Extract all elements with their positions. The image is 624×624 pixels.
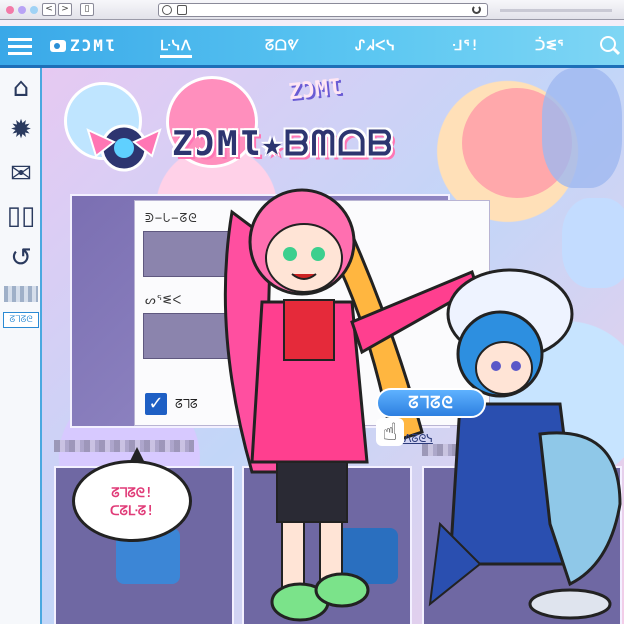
password-label: ᔕᕐᓬᐸ (145, 293, 183, 307)
history-icon[interactable]: ↺ (5, 242, 37, 274)
nav-item-3[interactable]: ᔑᖽᐸᓭ (355, 38, 396, 54)
brand-name[interactable]: ZƆMƖ (70, 36, 117, 55)
tab-icon[interactable]: ▯ (80, 3, 94, 16)
reload-icon[interactable] (472, 5, 481, 14)
home-icon[interactable]: ⌂ (5, 72, 37, 104)
sidebar-login-tag[interactable]: ᘔᒣᘔᘓ (3, 312, 39, 328)
blue-haired-character (428, 268, 622, 620)
columns-icon[interactable]: ▯▯ (5, 200, 37, 232)
brand-logo-icon[interactable] (50, 40, 66, 52)
mail-icon[interactable]: ✉ (5, 158, 37, 190)
logo-text: ZƆMƖ★ᗷᗰᗝᗷ (172, 124, 395, 164)
toolbar-strip (500, 9, 612, 12)
remember-checkbox[interactable]: ✓ (145, 393, 167, 415)
background-character-robot (542, 68, 622, 188)
main-illustration: ZƆMƖ★ᗷᗰᗝᗷ ZƆMƖ ᕲ−ᘂ−ᘔᘓ ᔕᕐᓬᐸ ✓ ᘔᒣᘔ ᘔᒣᘔᘓ! ᑕ… (42, 68, 624, 624)
page-info-icon[interactable] (177, 5, 187, 15)
menu-icon[interactable] (8, 38, 32, 56)
speech-line-1: ᘔᒣᘔᘓ! (111, 486, 153, 501)
login-button[interactable]: ᘔᒣᘔᘓ (376, 388, 486, 418)
nav-item-2[interactable]: ᘔᗝᕓ (265, 38, 300, 54)
site-header: ZƆMƖ ᒷᓭᐱ ᘔᗝᕓ ᔑᖽᐸᓭ ᒲᕐ! ᑑᓬᕐ (0, 26, 624, 68)
icon-sidebar: ⌂ ✹ ✉ ▯▯ ↺ ᘔᒣᘔᘓ (0, 68, 42, 624)
username-label: ᕲ−ᘂ−ᘔᘓ (145, 211, 198, 225)
search-icon[interactable] (600, 36, 616, 52)
window-minimize-dot[interactable] (18, 6, 26, 14)
hand-cursor-icon: ☝ (376, 418, 404, 446)
nav-item-4[interactable]: ᒲᕐ! (452, 38, 480, 54)
url-bar[interactable] (158, 3, 488, 17)
window-maximize-dot[interactable] (30, 6, 38, 14)
nav-item-1[interactable]: ᒷᓭᐱ (160, 38, 192, 58)
blurred-text (54, 440, 194, 452)
speech-bubble: ᘔᒣᘔᘓ! ᑕᘔᒷᘔ! (72, 447, 192, 542)
site-icon (162, 5, 172, 15)
window-close-dot[interactable] (6, 6, 14, 14)
logo-emblem-icon (86, 124, 162, 172)
back-icon[interactable]: < (42, 3, 56, 16)
burst-icon[interactable]: ✹ (5, 114, 37, 146)
forward-icon[interactable]: > (58, 3, 72, 16)
pixelated-thumbnail (4, 286, 38, 302)
browser-chrome: < > ▯ (0, 0, 624, 20)
nav-item-5[interactable]: ᑑᓬᕐ (535, 38, 564, 54)
speech-line-2: ᑕᘔᒷᘔ! (109, 504, 155, 519)
